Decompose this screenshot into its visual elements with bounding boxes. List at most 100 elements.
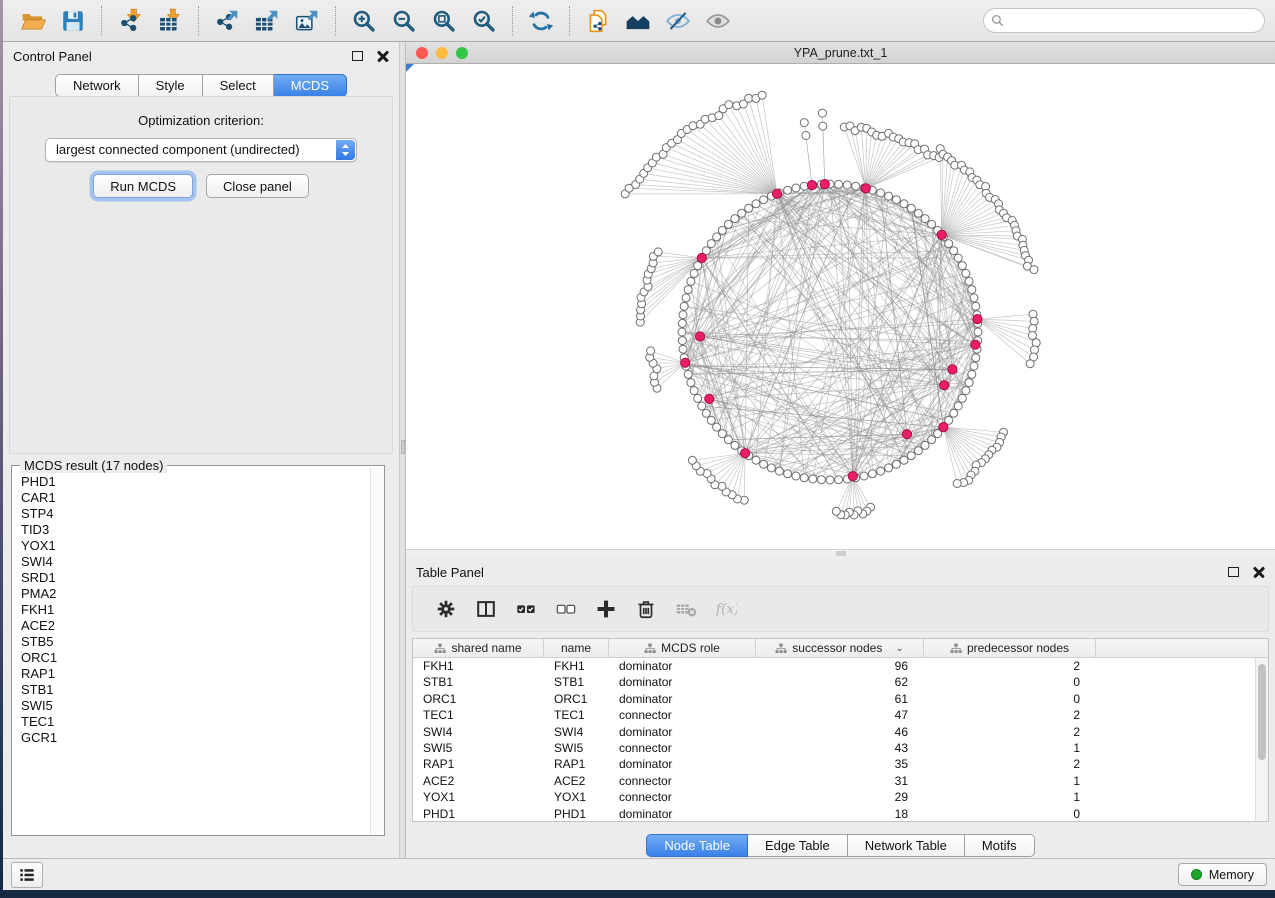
cell-shared_name[interactable]: ORC1 — [413, 691, 544, 707]
splitter-grip[interactable] — [401, 440, 405, 454]
run-mcds-button[interactable]: Run MCDS — [93, 174, 193, 198]
window-list-button[interactable] — [11, 862, 43, 888]
search-input[interactable] — [983, 8, 1265, 33]
cell-mcds_role[interactable]: connector — [609, 707, 756, 723]
close-panel-button[interactable]: Close panel — [206, 174, 309, 198]
zoom-in-button[interactable] — [347, 5, 381, 37]
cell-predecessor_nodes[interactable]: 2 — [924, 658, 1096, 674]
cell-mcds_role[interactable]: dominator — [609, 691, 756, 707]
column-visibility-button[interactable] — [469, 592, 503, 626]
export-image-button[interactable] — [290, 5, 324, 37]
cell-predecessor_nodes[interactable]: 0 — [924, 674, 1096, 690]
mcds-node-item[interactable]: TEC1 — [21, 714, 370, 730]
cell-shared_name[interactable]: FKH1 — [413, 658, 544, 674]
cell-successor_nodes[interactable]: 18 — [756, 806, 924, 821]
mcds-node-item[interactable]: ORC1 — [21, 650, 370, 666]
open-file-button[interactable] — [16, 5, 50, 37]
column-header-name[interactable]: name — [544, 639, 609, 657]
cell-name[interactable]: STB1 — [544, 674, 609, 690]
table-row[interactable]: ACE2ACE2connector311 — [413, 773, 1255, 789]
table-row[interactable]: ORC1ORC1dominator610 — [413, 691, 1255, 707]
new-network-from-selection-button[interactable] — [581, 5, 615, 37]
cell-predecessor_nodes[interactable]: 2 — [924, 756, 1096, 772]
cell-mcds_role[interactable]: dominator — [609, 674, 756, 690]
cell-name[interactable]: ORC1 — [544, 691, 609, 707]
cell-successor_nodes[interactable]: 35 — [756, 756, 924, 772]
cell-mcds_role[interactable]: dominator — [609, 806, 756, 821]
cell-successor_nodes[interactable]: 47 — [756, 707, 924, 723]
cell-shared_name[interactable]: YOX1 — [413, 789, 544, 805]
cell-successor_nodes[interactable]: 96 — [756, 658, 924, 674]
first-neighbors-button[interactable] — [621, 5, 655, 37]
export-network-button[interactable] — [210, 5, 244, 37]
mcds-node-item[interactable]: SWI4 — [21, 554, 370, 570]
cell-mcds_role[interactable]: connector — [609, 789, 756, 805]
cell-shared_name[interactable]: TEC1 — [413, 707, 544, 723]
cell-mcds_role[interactable]: dominator — [609, 658, 756, 674]
mcds-node-item[interactable]: STB1 — [21, 682, 370, 698]
cell-name[interactable]: FKH1 — [544, 658, 609, 674]
cell-successor_nodes[interactable]: 31 — [756, 773, 924, 789]
optimization-criterion-select[interactable]: largest connected component (undirected) — [45, 138, 357, 162]
cell-name[interactable]: RAP1 — [544, 756, 609, 772]
table-float-panel-icon[interactable] — [1228, 567, 1239, 577]
table-row[interactable]: YOX1YOX1connector291 — [413, 789, 1255, 805]
table-row[interactable]: TEC1TEC1connector472 — [413, 707, 1255, 723]
column-header-successor_nodes[interactable]: successor nodes⌄ — [756, 639, 924, 657]
mcds-node-item[interactable]: ACE2 — [21, 618, 370, 634]
cell-name[interactable]: PHD1 — [544, 806, 609, 821]
table-row[interactable]: PHD1PHD1dominator180 — [413, 806, 1255, 821]
mcds-node-item[interactable]: YOX1 — [21, 538, 370, 554]
select-all-rows-button[interactable] — [509, 592, 543, 626]
network-canvas[interactable] — [406, 64, 1275, 549]
column-header-mcds_role[interactable]: MCDS role — [609, 639, 756, 657]
cell-successor_nodes[interactable]: 61 — [756, 691, 924, 707]
save-session-button[interactable] — [56, 5, 90, 37]
cell-successor_nodes[interactable]: 43 — [756, 740, 924, 756]
table-row[interactable]: RAP1RAP1dominator352 — [413, 756, 1255, 772]
table-settings-button[interactable] — [429, 592, 463, 626]
table-row[interactable]: FKH1FKH1dominator962 — [413, 658, 1255, 674]
cell-mcds_role[interactable]: dominator — [609, 756, 756, 772]
table-row[interactable]: STB1STB1dominator620 — [413, 674, 1255, 690]
tab-motifs[interactable]: Motifs — [965, 834, 1035, 857]
mcds-node-item[interactable]: RAP1 — [21, 666, 370, 682]
cell-mcds_role[interactable]: connector — [609, 740, 756, 756]
cell-shared_name[interactable]: SWI5 — [413, 740, 544, 756]
mcds-node-item[interactable]: TID3 — [21, 522, 370, 538]
cell-shared_name[interactable]: ACE2 — [413, 773, 544, 789]
cell-mcds_role[interactable]: connector — [609, 773, 756, 789]
tab-network-table[interactable]: Network Table — [848, 834, 965, 857]
import-table-button[interactable] — [153, 5, 187, 37]
tab-network[interactable]: Network — [55, 74, 139, 97]
column-header-shared_name[interactable]: shared name — [413, 639, 544, 657]
table-row[interactable]: SWI4SWI4dominator462 — [413, 724, 1255, 740]
hide-selected-button[interactable] — [661, 5, 695, 37]
cell-name[interactable]: TEC1 — [544, 707, 609, 723]
float-panel-icon[interactable] — [352, 51, 363, 61]
network-window-titlebar[interactable]: YPA_prune.txt_1 — [406, 42, 1275, 64]
cell-predecessor_nodes[interactable]: 2 — [924, 707, 1096, 723]
tab-select[interactable]: Select — [203, 74, 274, 97]
cell-predecessor_nodes[interactable]: 1 — [924, 740, 1096, 756]
zoom-fit-button[interactable] — [427, 5, 461, 37]
cell-name[interactable]: SWI5 — [544, 740, 609, 756]
cell-successor_nodes[interactable]: 62 — [756, 674, 924, 690]
export-table-button[interactable] — [250, 5, 284, 37]
table-scrollbar-thumb[interactable] — [1258, 664, 1266, 760]
mcds-node-item[interactable]: PHD1 — [21, 474, 370, 490]
cell-shared_name[interactable]: RAP1 — [413, 756, 544, 772]
cell-name[interactable]: YOX1 — [544, 789, 609, 805]
cell-predecessor_nodes[interactable]: 1 — [924, 789, 1096, 805]
network-graph[interactable] — [406, 64, 1275, 549]
cell-name[interactable]: SWI4 — [544, 724, 609, 740]
cell-mcds_role[interactable]: dominator — [609, 724, 756, 740]
cell-predecessor_nodes[interactable]: 1 — [924, 773, 1096, 789]
mcds-node-item[interactable]: STB5 — [21, 634, 370, 650]
zoom-out-button[interactable] — [387, 5, 421, 37]
table-scrollbar[interactable] — [1255, 658, 1268, 821]
close-panel-icon[interactable] — [377, 50, 389, 62]
mcds-node-item[interactable]: PMA2 — [21, 586, 370, 602]
cell-shared_name[interactable]: PHD1 — [413, 806, 544, 821]
mcds-node-item[interactable]: SWI5 — [21, 698, 370, 714]
